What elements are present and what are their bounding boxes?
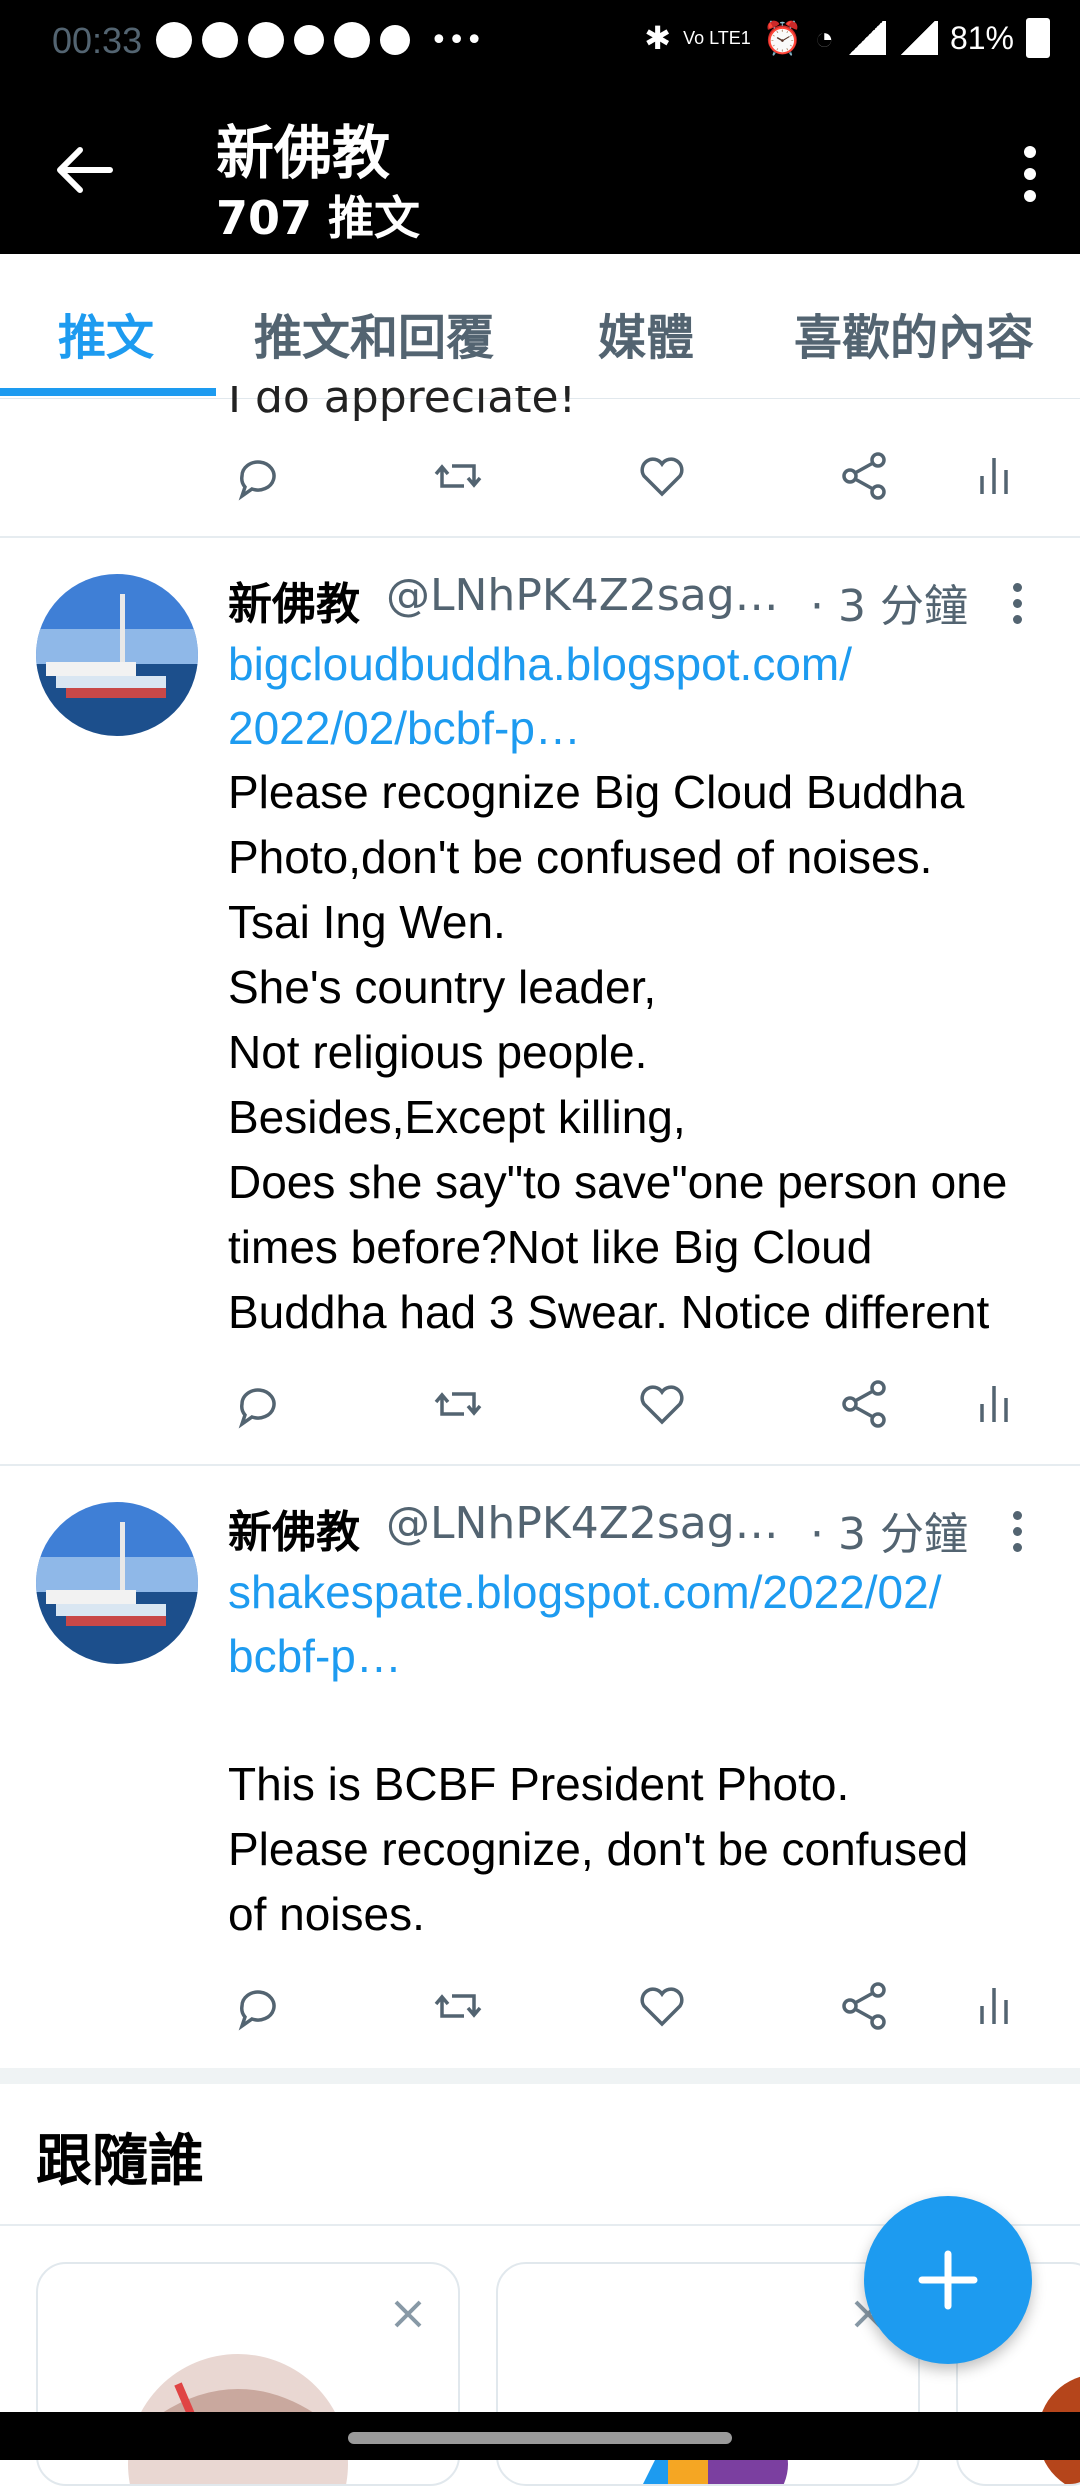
bluetooth-icon: ✱: [644, 20, 672, 56]
top-app-bar: 00:33 ••• ✱ Vo LTE1 ⏰ ◔ 81% 新佛教 707 推文: [0, 0, 1080, 254]
messenger-icon: [248, 22, 284, 58]
status-bar: 00:33 ••• ✱ Vo LTE1 ⏰ ◔ 81%: [0, 0, 1080, 90]
tweet-menu-icon[interactable]: [1010, 1508, 1024, 1552]
tweet-actions: [228, 1374, 1028, 1434]
line-icon: [334, 22, 370, 58]
like-icon[interactable]: [632, 446, 692, 506]
signal-icon: [897, 21, 938, 55]
location-icon: [380, 25, 410, 55]
messenger-icon: [156, 22, 192, 58]
tab-likes[interactable]: 喜歡的內容: [794, 298, 1034, 368]
harbor-boats-photo: [36, 574, 198, 736]
missed-call-icon: [294, 25, 324, 55]
suggested-user-avatar: [128, 2354, 348, 2484]
tweet-time: · 3 分鐘: [810, 1509, 968, 1560]
tweet-text: This is BCBF President Photo. Please rec…: [228, 1758, 969, 1940]
notification-icons: •••: [156, 22, 483, 58]
tweet-actions: [228, 1976, 1028, 2036]
analytics-icon[interactable]: [964, 1976, 1024, 2036]
tweet-link[interactable]: shakespate.blogspot.com/2022/02/ bcbf-p…: [228, 1560, 942, 1688]
display-name[interactable]: 新佛教: [228, 1496, 360, 1560]
divider: [0, 536, 1080, 538]
share-icon[interactable]: [834, 1976, 894, 2036]
analytics-icon[interactable]: [964, 1374, 1024, 1434]
who-to-follow-heading: 跟隨誰: [36, 2129, 204, 2194]
volte-icon: Vo LTE1: [683, 27, 751, 48]
battery-percent: 81%: [949, 19, 1014, 56]
compose-tweet-button[interactable]: [864, 2196, 1032, 2364]
share-icon[interactable]: [834, 1374, 894, 1434]
tweet-time: · 3 分鐘: [810, 581, 968, 632]
avatar[interactable]: [36, 1502, 198, 1664]
close-icon[interactable]: [388, 2294, 428, 2334]
overflow-menu-icon[interactable]: [1020, 140, 1040, 204]
system-icons: ✱ Vo LTE1 ⏰ ◔ 81%: [644, 18, 1050, 58]
retweet-icon[interactable]: [428, 446, 488, 506]
reply-icon[interactable]: [228, 446, 288, 506]
signal-5g-icon: [845, 21, 886, 55]
retweet-icon[interactable]: [428, 1374, 488, 1434]
section-divider: [0, 2068, 1080, 2084]
tweet-menu-icon[interactable]: [1010, 580, 1024, 624]
alarm-icon: ⏰: [762, 20, 803, 56]
display-name[interactable]: 新佛教: [228, 568, 360, 632]
username[interactable]: @LNhPK4Z2sag…: [386, 1498, 779, 1549]
messenger-icon: [202, 22, 238, 58]
share-icon[interactable]: [834, 446, 894, 506]
page-title: 新佛教: [216, 119, 391, 187]
tweet-count: 707 推文: [216, 191, 421, 245]
home-gesture-handle[interactable]: [348, 2432, 732, 2444]
username[interactable]: @LNhPK4Z2sag…: [386, 570, 779, 621]
like-icon[interactable]: [632, 1976, 692, 2036]
active-tab-indicator: [0, 388, 216, 396]
plus-icon: [918, 2250, 978, 2310]
reply-icon[interactable]: [228, 1374, 288, 1434]
profile-tabs: 推文 推文和回覆 媒體 喜歡的內容: [0, 254, 1080, 399]
battery-icon: [1026, 18, 1050, 58]
tab-tweets[interactable]: 推文: [58, 298, 154, 368]
wifi-icon: ◔: [814, 19, 834, 56]
avatar[interactable]: [36, 574, 198, 736]
status-time: 00:33: [52, 20, 143, 61]
reply-icon[interactable]: [228, 1976, 288, 2036]
tweet-actions: [228, 446, 1028, 506]
harbor-boats-photo: [36, 1502, 198, 1664]
tab-media[interactable]: 媒體: [598, 298, 694, 368]
retweet-icon[interactable]: [428, 1976, 488, 2036]
analytics-icon[interactable]: [964, 446, 1024, 506]
tweet-text: Please recognize Big Cloud Buddha Photo,…: [228, 766, 1008, 1338]
tweet-link[interactable]: bigcloudbuddha.blogspot.com/ 2022/02/bcb…: [228, 632, 852, 760]
back-arrow-icon[interactable]: [50, 140, 120, 200]
like-icon[interactable]: [632, 1374, 692, 1434]
divider: [0, 1464, 1080, 1466]
tab-tweets-and-replies[interactable]: 推文和回覆: [254, 298, 494, 368]
more-icon: •••: [430, 22, 484, 58]
